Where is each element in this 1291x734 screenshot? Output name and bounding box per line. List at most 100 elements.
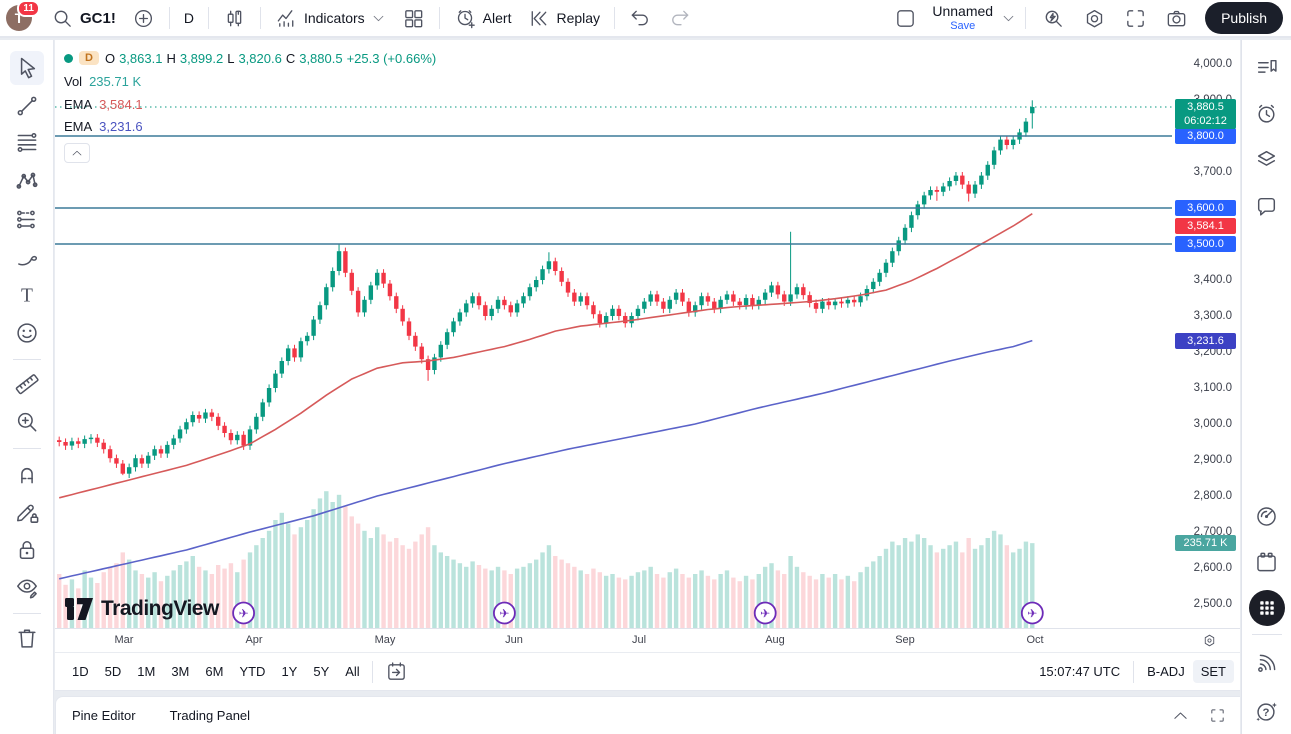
pine-editor-tab[interactable]: Pine Editor bbox=[72, 708, 136, 723]
publish-button[interactable]: Publish bbox=[1205, 2, 1283, 34]
candle-body bbox=[70, 441, 74, 445]
price-axis[interactable]: 4,000.03,900.03,800.03,700.03,600.03,500… bbox=[1172, 40, 1240, 652]
set-toggle[interactable]: SET bbox=[1193, 660, 1234, 683]
sidebar-alerts-button[interactable] bbox=[1250, 96, 1284, 130]
axis-gear-icon[interactable] bbox=[1202, 633, 1217, 648]
layout-button[interactable] bbox=[887, 3, 924, 34]
tool-hide-drawings[interactable] bbox=[10, 570, 44, 604]
event-marker[interactable]: ✈ bbox=[494, 603, 515, 624]
candle-body bbox=[1024, 122, 1028, 133]
save-link[interactable]: Save bbox=[950, 20, 975, 32]
ema-legend-row[interactable]: EMA 3,231.6 bbox=[64, 119, 436, 135]
event-marker[interactable]: ✈ bbox=[233, 603, 254, 624]
layout-name-menu[interactable]: Unnamed Save bbox=[928, 4, 997, 31]
tool-brush[interactable] bbox=[10, 240, 44, 274]
tool-lock-drawings[interactable] bbox=[10, 533, 44, 567]
volume-bar bbox=[846, 576, 850, 628]
snapshot-button[interactable] bbox=[1158, 3, 1195, 34]
fullscreen-button[interactable] bbox=[1117, 3, 1154, 34]
tool-remove-objects[interactable] bbox=[10, 621, 44, 655]
candle-body bbox=[171, 438, 175, 444]
ema-legend-row[interactable]: EMA 3,584.1 bbox=[64, 96, 436, 112]
range-button-5Y[interactable]: 5Y bbox=[306, 660, 336, 683]
volume-legend-row[interactable]: Vol 235.71 K bbox=[64, 74, 436, 90]
maximize-panel-icon[interactable] bbox=[1209, 707, 1226, 724]
volume-bar bbox=[426, 527, 430, 628]
undo-button[interactable] bbox=[622, 3, 659, 34]
tool-xabcd-pattern[interactable] bbox=[10, 164, 44, 198]
ema-fast-line[interactable] bbox=[59, 214, 1032, 498]
volume-bar bbox=[222, 569, 226, 628]
trading-panel-tab[interactable]: Trading Panel bbox=[170, 708, 250, 723]
tool-emoji[interactable] bbox=[10, 316, 44, 350]
redo-button[interactable] bbox=[661, 3, 698, 34]
volume-bar bbox=[477, 565, 481, 628]
tool-trend-line[interactable] bbox=[10, 89, 44, 123]
range-button-3M[interactable]: 3M bbox=[164, 660, 196, 683]
tool-cursor[interactable] bbox=[10, 51, 44, 85]
event-marker[interactable]: ✈ bbox=[1022, 603, 1043, 624]
collapse-legend-button[interactable] bbox=[64, 143, 90, 163]
indicator-templates-button[interactable] bbox=[395, 3, 432, 34]
symbol-search[interactable]: GC1! bbox=[44, 3, 123, 34]
sidebar-calendar-button[interactable] bbox=[1250, 545, 1284, 579]
range-button-YTD[interactable]: YTD bbox=[232, 660, 272, 683]
tool-drawing-mode[interactable] bbox=[10, 495, 44, 529]
compare-add-button[interactable] bbox=[125, 3, 162, 34]
range-button-1Y[interactable]: 1Y bbox=[274, 660, 304, 683]
clock[interactable]: 15:07:47 UTC bbox=[1039, 664, 1120, 679]
price-tick-label: 4,000.0 bbox=[1194, 58, 1232, 70]
chart-type-button[interactable] bbox=[216, 3, 253, 34]
alert-button[interactable]: Alert bbox=[447, 3, 519, 34]
badj-toggle[interactable]: B-ADJ bbox=[1147, 664, 1185, 679]
tool-text-tool[interactable]: T bbox=[10, 278, 44, 312]
user-menu[interactable]: T 11 bbox=[6, 5, 32, 31]
sidebar-object-tree-button[interactable] bbox=[1250, 142, 1284, 176]
tool-measure[interactable] bbox=[10, 367, 44, 401]
event-marker[interactable]: ✈ bbox=[755, 603, 776, 624]
range-button-5D[interactable]: 5D bbox=[98, 660, 129, 683]
delayed-data-badge[interactable]: D bbox=[79, 51, 99, 65]
chevron-down-icon[interactable] bbox=[371, 11, 386, 26]
chart-pane[interactable]: ✈✈✈✈ D O3,863.1 H3,899.2 L3,820.6 C3,880… bbox=[55, 40, 1172, 652]
sidebar-screener-button[interactable] bbox=[1250, 499, 1284, 533]
candle-body bbox=[1005, 140, 1009, 145]
settings-button[interactable] bbox=[1076, 3, 1113, 34]
ema-slow-badge[interactable]: 3,231.6 bbox=[1175, 333, 1236, 349]
tool-zoom-in[interactable] bbox=[10, 405, 44, 439]
chevron-down-icon[interactable] bbox=[1001, 11, 1016, 26]
range-button-1M[interactable]: 1M bbox=[130, 660, 162, 683]
volume-bar bbox=[928, 545, 932, 628]
last-price-badge[interactable]: 3,880.506:02:12 bbox=[1175, 99, 1236, 129]
go-to-date-button[interactable] bbox=[378, 656, 415, 687]
tool-fib-retracement[interactable] bbox=[10, 125, 44, 159]
volume-badge[interactable]: 235.71 K bbox=[1175, 535, 1236, 551]
range-button-All[interactable]: All bbox=[338, 660, 366, 683]
sidebar-data-feed-button[interactable] bbox=[1250, 646, 1284, 680]
candle-body bbox=[534, 280, 538, 287]
sidebar-apps-grid-button[interactable] bbox=[1249, 590, 1285, 626]
sidebar-chat-button[interactable] bbox=[1250, 189, 1284, 223]
range-button-6M[interactable]: 6M bbox=[198, 660, 230, 683]
quick-search-button[interactable] bbox=[1035, 3, 1072, 34]
candle-body bbox=[579, 296, 583, 301]
sidebar-watchlist-button[interactable] bbox=[1250, 51, 1284, 85]
hline-price-badge[interactable]: 3,800.0 bbox=[1175, 128, 1236, 144]
time-axis[interactable]: MarAprMayJunJulAugSepOct bbox=[55, 628, 1172, 652]
candle-body bbox=[140, 458, 144, 463]
interval-button[interactable]: D bbox=[177, 6, 201, 30]
indicators-button[interactable]: Indicators bbox=[268, 3, 393, 34]
tool-magnet[interactable] bbox=[10, 457, 44, 491]
hline-price-badge[interactable]: 3,600.0 bbox=[1175, 200, 1236, 216]
candle-body bbox=[521, 296, 525, 303]
volume-bar bbox=[629, 576, 633, 628]
candle-body bbox=[960, 176, 964, 185]
candle-body bbox=[585, 296, 589, 305]
ema-fast-badge[interactable]: 3,584.1 bbox=[1175, 218, 1236, 234]
replay-button[interactable]: Replay bbox=[520, 3, 607, 34]
tool-projection[interactable] bbox=[10, 203, 44, 237]
range-button-1D[interactable]: 1D bbox=[65, 660, 96, 683]
hline-price-badge[interactable]: 3,500.0 bbox=[1175, 236, 1236, 252]
expand-panel-icon[interactable] bbox=[1172, 707, 1189, 724]
sidebar-help-button[interactable]: ? bbox=[1250, 694, 1284, 728]
